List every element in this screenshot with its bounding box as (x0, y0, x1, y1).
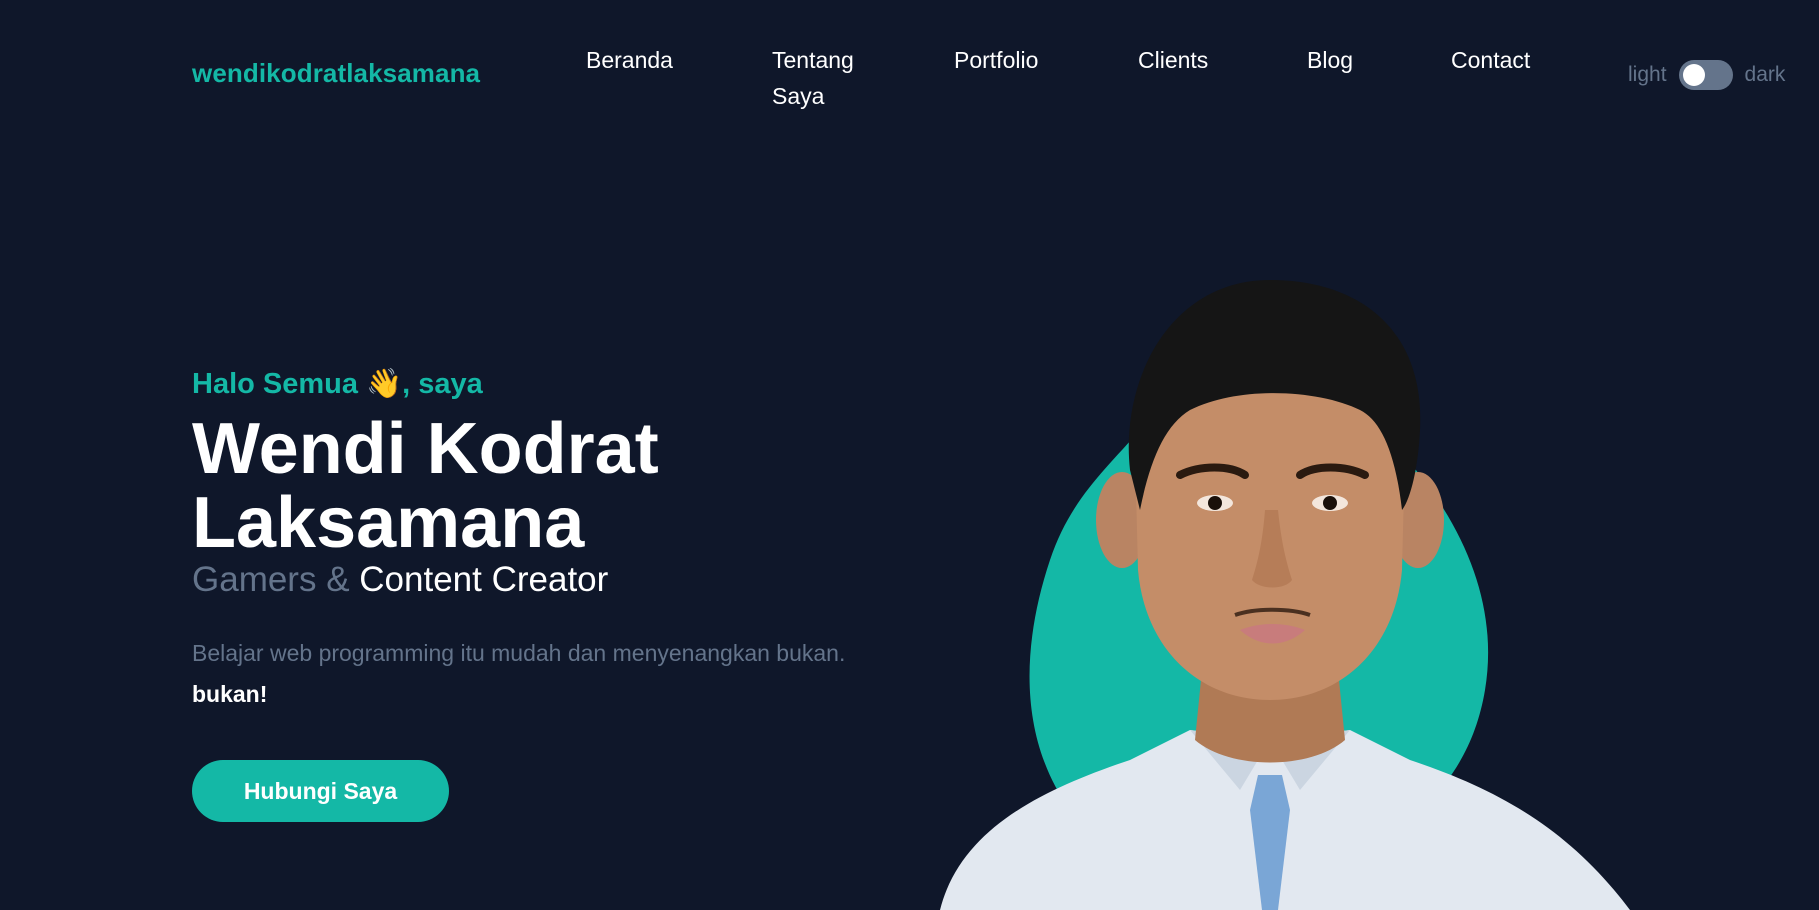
hero-portrait-image (940, 280, 1630, 910)
theme-toggle-switch[interactable] (1678, 60, 1733, 90)
nav-link-contact[interactable]: Contact (1451, 42, 1530, 78)
waving-hand-icon: 👋 (366, 366, 403, 400)
contact-me-button[interactable]: Hubungi Saya (192, 760, 449, 822)
nav-link-clients[interactable]: Clients (1138, 42, 1208, 78)
hero-name: Wendi Kodrat Laksamana (192, 409, 659, 563)
role-prefix: Gamers & (192, 560, 350, 599)
nav-link-tentang-saya[interactable]: Tentang Saya (772, 42, 882, 114)
hero-greeting: Halo Semua 👋, saya (192, 366, 483, 401)
theme-dark-label: dark (1744, 63, 1786, 86)
theme-light-label: light (1628, 63, 1667, 86)
hero-description: Belajar web programming itu mudah dan me… (192, 640, 846, 666)
nav-link-portfolio[interactable]: Portfolio (954, 42, 1038, 78)
hero-role: Gamers & Content Creator (192, 560, 608, 600)
nav-link-beranda[interactable]: Beranda (586, 42, 673, 78)
page: wendikodratlaksamana Beranda Tentang Say… (0, 0, 1819, 910)
hero-description-bold: bukan! (192, 681, 268, 707)
toggle-knob (1682, 64, 1705, 86)
site-logo[interactable]: wendikodratlaksamana (192, 58, 480, 89)
greeting-text: Halo Semua (192, 368, 358, 400)
theme-toggle: light dark (1628, 58, 1785, 92)
role-main: Content Creator (359, 560, 609, 599)
nav-link-blog[interactable]: Blog (1307, 42, 1353, 78)
greeting-suffix: , saya (402, 368, 483, 400)
